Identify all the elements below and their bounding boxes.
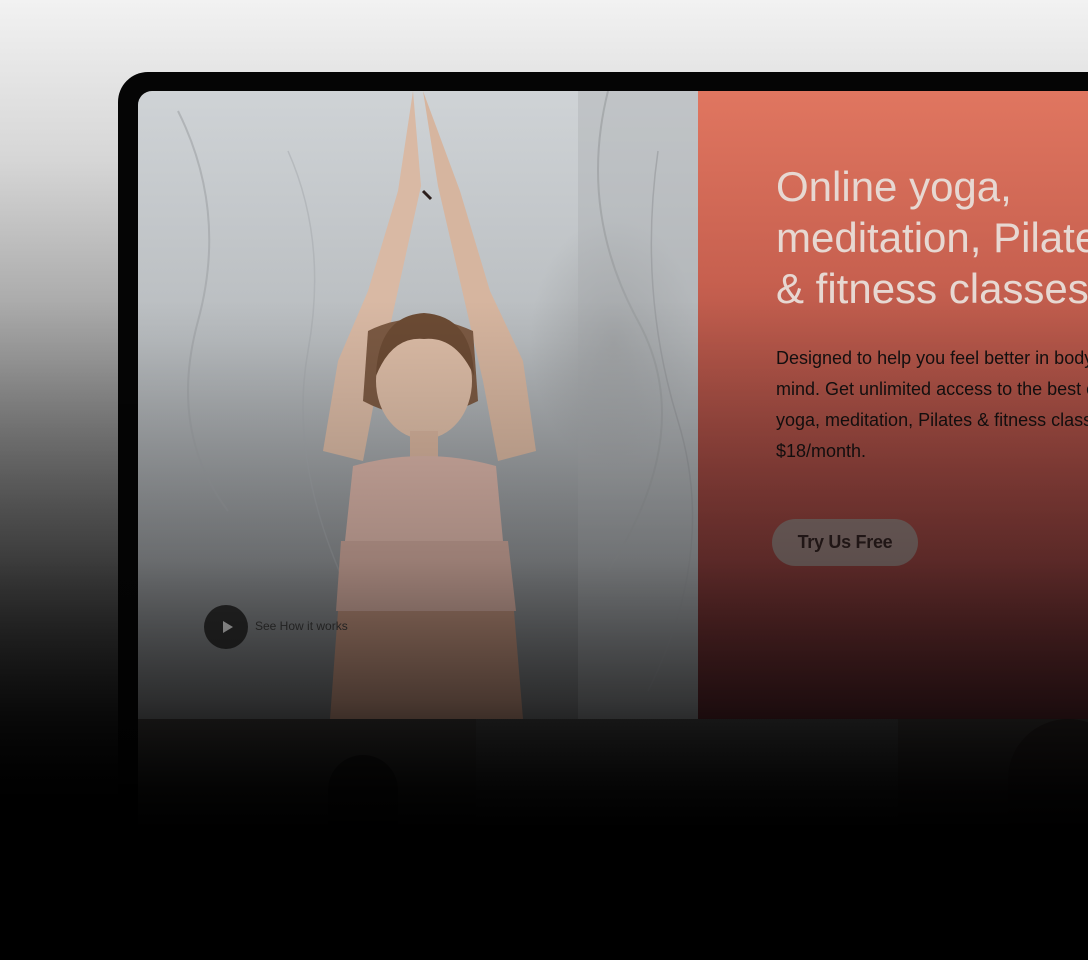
hero-title: Online yoga, meditation, Pilates & fitne… bbox=[776, 163, 1088, 312]
page-stage: See How it works Online yoga, meditation… bbox=[0, 0, 1088, 960]
class-thumbnail-strip bbox=[138, 719, 1088, 960]
play-video-button[interactable] bbox=[204, 605, 248, 649]
play-icon bbox=[222, 621, 233, 633]
class-thumbnail[interactable] bbox=[476, 719, 898, 960]
hero-description: Designed to help you feel better in body… bbox=[776, 348, 1088, 461]
device-screen: See How it works Online yoga, meditation… bbox=[138, 91, 1088, 960]
class-thumbnail[interactable] bbox=[898, 719, 1088, 960]
hero-panel: Online yoga, meditation, Pilates & fitne… bbox=[698, 91, 1088, 719]
try-us-free-button[interactable]: Try Us Free bbox=[772, 519, 918, 566]
class-thumbnail[interactable] bbox=[138, 719, 476, 960]
thumbnail-figure bbox=[328, 755, 398, 845]
see-how-it-works-link[interactable]: See How it works bbox=[255, 619, 348, 633]
thumbnail-figure bbox=[1008, 719, 1088, 829]
